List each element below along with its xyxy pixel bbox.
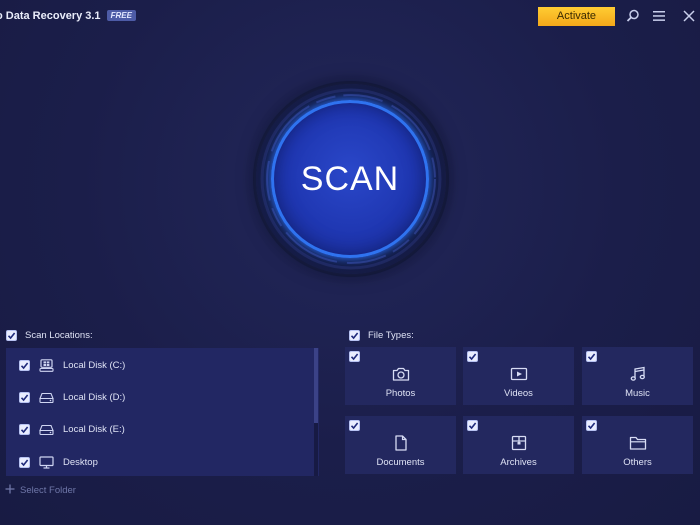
file-type-label: Others xyxy=(623,457,652,468)
file-types-label: File Types: xyxy=(368,329,414,341)
location-checkbox[interactable] xyxy=(19,391,30,403)
check-icon xyxy=(20,426,29,433)
file-type-checkbox[interactable] xyxy=(349,420,360,431)
location-checkbox[interactable] xyxy=(19,359,30,371)
check-icon xyxy=(587,422,596,430)
check-icon xyxy=(587,353,596,361)
file-type-videos[interactable]: Videos xyxy=(463,347,574,405)
video-icon xyxy=(510,366,528,382)
file-type-checkbox[interactable] xyxy=(467,420,478,431)
file-type-documents[interactable]: Documents xyxy=(345,416,456,474)
select-folder-button[interactable]: Select Folder xyxy=(5,483,76,497)
plus-icon xyxy=(5,484,15,497)
camera-icon xyxy=(392,366,410,382)
search-icon[interactable] xyxy=(626,9,640,23)
file-type-checkbox[interactable] xyxy=(586,351,597,362)
file-type-label: Music xyxy=(625,388,650,399)
check-icon xyxy=(350,332,359,339)
scan-locations-header: Scan Locations: xyxy=(6,328,93,342)
file-type-label: Archives xyxy=(500,457,537,468)
free-badge: FREE xyxy=(106,10,136,21)
location-item-e[interactable]: Local Disk (E:) xyxy=(6,413,314,445)
activate-button[interactable]: Activate xyxy=(538,7,615,26)
location-item-c[interactable]: Local Disk (C:) xyxy=(6,349,314,381)
location-label: Desktop xyxy=(63,456,98,468)
file-type-checkbox[interactable] xyxy=(586,420,597,431)
scrollbar-thumb[interactable] xyxy=(314,348,318,423)
file-type-label: Videos xyxy=(504,388,533,399)
file-types-checkbox[interactable] xyxy=(349,329,360,341)
file-types-header: File Types: xyxy=(349,328,414,342)
folder-icon xyxy=(629,435,647,451)
check-icon xyxy=(468,353,477,361)
check-icon xyxy=(468,422,477,430)
windows-drive-icon xyxy=(39,358,54,372)
title-bar: o Data Recovery 3.1 FREE Activate xyxy=(0,0,700,32)
file-type-photos[interactable]: Photos xyxy=(345,347,456,405)
scan-locations-list: Local Disk (C:) Local Disk (D:) Local Di… xyxy=(6,348,319,476)
menu-icon[interactable] xyxy=(652,9,666,23)
document-icon xyxy=(392,435,410,451)
app-title-text: o Data Recovery 3.1 xyxy=(0,10,101,22)
music-note-icon xyxy=(629,366,647,382)
location-label: Local Disk (C:) xyxy=(63,359,126,371)
file-type-music[interactable]: Music xyxy=(582,347,693,405)
location-item-d[interactable]: Local Disk (D:) xyxy=(6,381,314,413)
file-type-label: Documents xyxy=(376,457,425,468)
scan-locations-checkbox[interactable] xyxy=(6,329,17,341)
file-type-archives[interactable]: Archives xyxy=(463,416,574,474)
hard-drive-icon xyxy=(39,391,54,404)
locations-scrollbar[interactable] xyxy=(314,348,318,476)
location-label: Local Disk (D:) xyxy=(63,391,126,403)
check-icon xyxy=(20,459,29,466)
location-label: Local Disk (E:) xyxy=(63,423,125,435)
hard-drive-icon xyxy=(39,423,54,436)
file-type-others[interactable]: Others xyxy=(582,416,693,474)
file-type-label: Photos xyxy=(385,388,416,399)
location-checkbox[interactable] xyxy=(19,456,30,468)
check-icon xyxy=(7,332,16,339)
file-type-checkbox[interactable] xyxy=(467,351,478,362)
check-icon xyxy=(350,353,359,361)
app-window: o Data Recovery 3.1 FREE Activate SCAN Sc… xyxy=(0,0,700,525)
app-title: o Data Recovery 3.1 FREE xyxy=(0,10,136,22)
check-icon xyxy=(20,394,29,401)
file-type-checkbox[interactable] xyxy=(349,351,360,362)
location-checkbox[interactable] xyxy=(19,423,30,435)
close-icon[interactable] xyxy=(682,9,696,23)
check-icon xyxy=(20,362,29,369)
scan-locations-label: Scan Locations: xyxy=(25,329,93,341)
check-icon xyxy=(350,422,359,430)
select-folder-label: Select Folder xyxy=(20,484,76,496)
monitor-icon xyxy=(39,455,54,469)
scan-button[interactable]: SCAN xyxy=(271,100,429,258)
archive-icon xyxy=(510,435,528,451)
location-item-desktop[interactable]: Desktop xyxy=(6,446,314,476)
